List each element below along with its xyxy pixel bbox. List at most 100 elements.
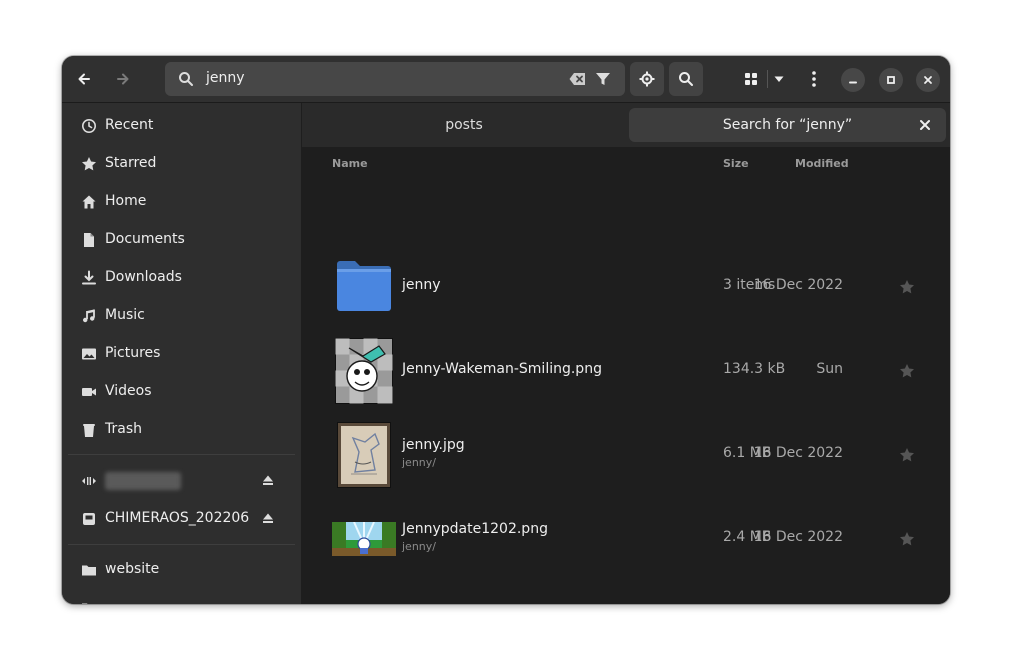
forward-button[interactable] <box>106 62 140 96</box>
file-manager-window: jenny Recent Starred Home Documents Down… <box>62 56 950 604</box>
tab-search-results[interactable]: Search for “jenny” <box>629 108 946 142</box>
tab-label: Search for “jenny” <box>722 117 853 133</box>
download-icon <box>82 270 96 285</box>
image-thumbnail-icon <box>337 422 391 488</box>
file-modified: 16 Dec 2022 <box>753 529 843 545</box>
sidebar-item-chimeraos-drive[interactable]: CHIMERAOS_202206 <box>62 500 301 538</box>
home-icon <box>82 195 96 209</box>
image-thumbnail-icon <box>332 522 396 556</box>
sidebar-item-home[interactable]: Home <box>62 183 301 221</box>
star-toggle-icon[interactable] <box>899 279 915 295</box>
file-row[interactable]: jenny 3 items 16 Dec 2022 <box>302 245 950 329</box>
music-icon <box>83 309 95 323</box>
search-input[interactable]: jenny <box>206 70 245 86</box>
document-icon <box>84 233 94 247</box>
maximize-button[interactable] <box>879 68 903 92</box>
sidebar-item-documents[interactable]: Documents <box>62 221 301 259</box>
close-button[interactable] <box>916 68 940 92</box>
star-toggle-icon[interactable] <box>899 363 915 379</box>
drive-icon <box>83 513 95 525</box>
file-row[interactable]: jenny.jpg jenny/ 6.1 MB 16 Dec 2022 <box>302 413 950 497</box>
star-toggle-icon[interactable] <box>899 447 915 463</box>
header-bar: jenny <box>62 56 950 103</box>
search-icon <box>679 72 693 86</box>
file-modified: Sun <box>816 361 843 377</box>
close-icon <box>924 76 932 84</box>
sidebar-item-trash[interactable]: Trash <box>62 411 301 449</box>
sidebar-item-starred[interactable]: Starred <box>62 145 301 183</box>
clock-icon <box>82 119 96 133</box>
sidebar-item-label: Videos <box>105 383 152 399</box>
column-header-name[interactable]: Name <box>332 157 368 170</box>
search-icon <box>179 72 193 86</box>
file-row[interactable]: Jennypdate1202.png jenny/ 2.4 MB 16 Dec … <box>302 497 950 581</box>
sidebar-item-pictures[interactable]: Pictures <box>62 335 301 373</box>
close-tab-icon[interactable] <box>919 119 931 131</box>
sidebar-item-label: Starred <box>105 155 157 171</box>
file-name: jenny <box>402 277 441 293</box>
sidebar-item-videos[interactable]: Videos <box>62 373 301 411</box>
minimize-button[interactable] <box>841 68 865 92</box>
sidebar-item-label: Pictures <box>105 345 161 361</box>
sidebar-item-label: Recent <box>105 117 154 133</box>
sidebar-item-partial[interactable] <box>62 589 301 604</box>
sidebar-item-label: website <box>105 561 160 577</box>
sidebar-item-recent[interactable]: Recent <box>62 107 301 145</box>
sidebar-item-label: Home <box>105 193 147 209</box>
video-icon <box>82 388 96 396</box>
clear-search-icon[interactable] <box>569 72 586 86</box>
back-button[interactable] <box>67 62 101 96</box>
file-modified: 16 Dec 2022 <box>753 445 843 461</box>
file-path: jenny/ <box>402 540 436 553</box>
column-header-modified[interactable]: Modified <box>795 157 849 170</box>
file-row[interactable]: Jenny-Wakeman-Smiling.png 134.3 kB Sun <box>302 329 950 413</box>
crosshair-icon <box>639 71 655 87</box>
file-name: Jenny-Wakeman-Smiling.png <box>402 361 602 377</box>
maximize-icon <box>887 76 895 84</box>
file-name: Jennypdate1202.png <box>402 521 548 537</box>
file-path: jenny/ <box>402 456 436 469</box>
arrow-right-icon <box>117 73 129 85</box>
sidebar-item-downloads[interactable]: Downloads <box>62 259 301 297</box>
trash-icon <box>83 424 95 437</box>
arrow-left-icon <box>78 73 90 85</box>
minimize-icon <box>849 81 857 84</box>
sidebar-item-label: CHIMERAOS_202206 <box>105 510 250 526</box>
eject-icon[interactable] <box>262 512 274 524</box>
image-thumbnail-icon <box>335 338 393 404</box>
sidebar-item-music[interactable]: Music <box>62 297 301 335</box>
tab-posts[interactable]: posts <box>302 108 626 142</box>
column-header-size[interactable]: Size <box>723 157 749 170</box>
picture-icon <box>82 348 96 360</box>
folder-icon <box>82 565 96 576</box>
tab-label: posts <box>445 117 483 133</box>
main-content: posts Search for “jenny” Name Size Modif… <box>302 103 950 604</box>
device-name-blurred <box>105 472 181 490</box>
folder-icon <box>82 603 88 604</box>
location-button[interactable] <box>630 62 664 96</box>
network-icon <box>82 477 96 485</box>
chevron-down-icon <box>774 76 784 82</box>
grid-icon <box>745 73 757 85</box>
view-options-button[interactable] <box>762 62 796 96</box>
folder-thumbnail-icon <box>337 261 391 311</box>
eject-icon[interactable] <box>262 474 274 486</box>
star-toggle-icon[interactable] <box>899 531 915 547</box>
main-menu-button[interactable] <box>797 62 831 96</box>
filter-icon[interactable] <box>595 71 611 87</box>
sidebar-item-website[interactable]: website <box>62 551 301 589</box>
sidebar-item-label: Documents <box>105 231 185 247</box>
search-toggle-button[interactable] <box>669 62 703 96</box>
file-name: jenny.jpg <box>402 437 465 453</box>
search-bar[interactable]: jenny <box>165 62 625 96</box>
sidebar-separator <box>68 544 295 545</box>
sidebar-item-label: Downloads <box>105 269 182 285</box>
file-modified: 16 Dec 2022 <box>753 277 843 293</box>
sidebar-item-label: Music <box>105 307 145 323</box>
sidebar-item-network-device[interactable] <box>62 462 301 500</box>
more-vertical-icon <box>812 71 816 87</box>
sidebar-separator <box>68 454 295 455</box>
sidebar-item-label: Trash <box>105 421 142 437</box>
file-size: 134.3 kB <box>723 361 786 377</box>
tab-bar: posts Search for “jenny” <box>302 103 950 147</box>
